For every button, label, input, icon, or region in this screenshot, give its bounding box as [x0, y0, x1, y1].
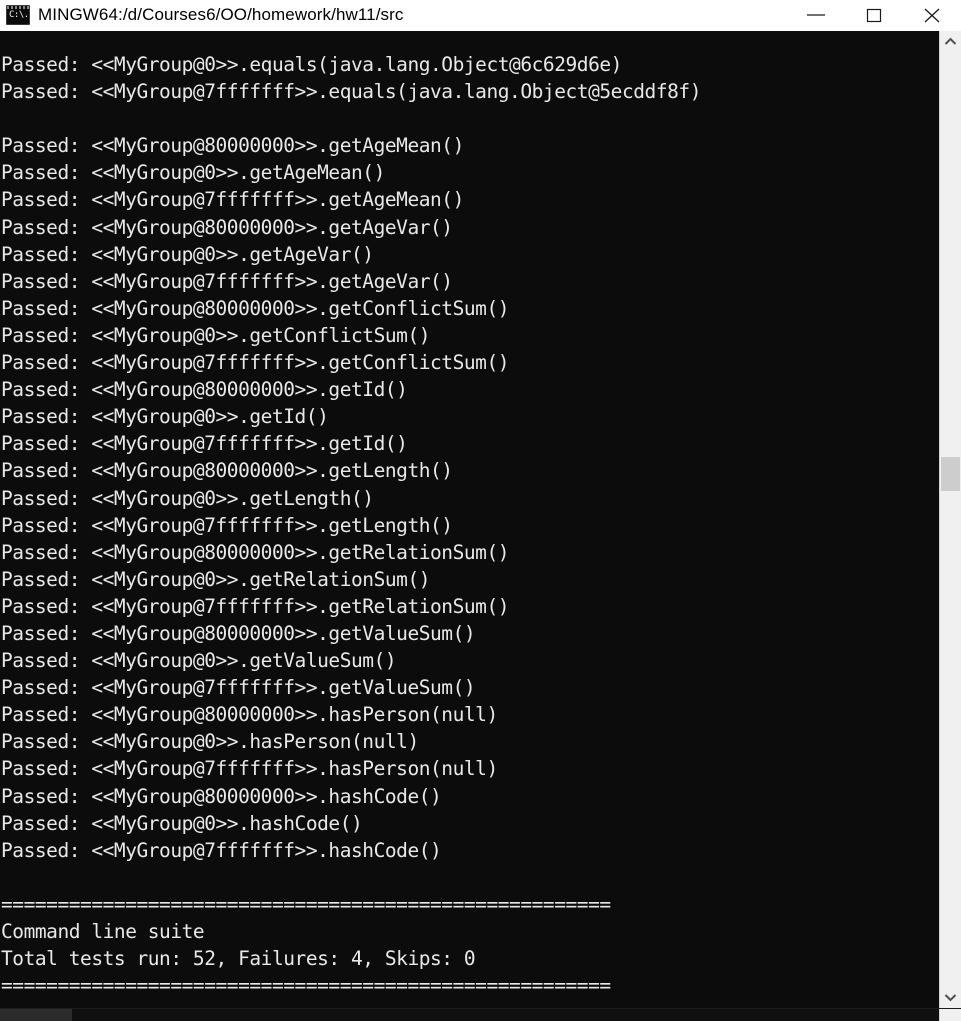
console-line: Passed: <<MyGroup@80000000>>.getAgeMean(… [1, 134, 464, 158]
console-line: Passed: <<MyGroup@0>>.hasPerson(null) [1, 730, 419, 754]
console-line: ========================================… [1, 892, 611, 916]
console-line: Passed: <<MyGroup@0>>.getId() [1, 405, 329, 429]
console-line: Command line suite [1, 920, 205, 943]
maximize-icon [866, 8, 882, 23]
console-window: C:\. MINGW64:/d/Courses6/OO/homework/hw1… [0, 0, 961, 1021]
console-line: Passed: <<MyGroup@0>>.hashCode() [1, 811, 363, 835]
console-line: Passed: <<MyGroup@7fffffff>>.equals(java… [1, 80, 701, 104]
console-line: Passed: <<MyGroup@7fffffff>>.getAgeMean(… [1, 188, 464, 212]
horizontal-scrollbar-thumb[interactable] [0, 1009, 72, 1021]
console-line: Passed: <<MyGroup@0>>.getAgeMean() [1, 161, 385, 185]
console-line: Passed: <<MyGroup@80000000>>.hasPerson(n… [1, 703, 498, 727]
minimize-icon [807, 14, 825, 16]
console-line: Passed: <<MyGroup@7fffffff>>.getValueSum… [1, 676, 476, 700]
console-line: Passed: <<MyGroup@0>>.getAgeVar() [1, 242, 374, 266]
console-line: Passed: <<MyGroup@80000000>>.getConflict… [1, 296, 510, 320]
console-line: ========================================… [1, 974, 611, 998]
console-output[interactable]: Passed: <<MyGroup@0>>.equals(java.lang.O… [0, 31, 939, 1008]
window-controls [787, 0, 961, 30]
console-line: Passed: <<MyGroup@7fffffff>>.hasPerson(n… [1, 757, 498, 781]
scrollbar-corner [939, 1009, 961, 1021]
console-line: Passed: <<MyGroup@0>>.equals(java.lang.O… [1, 53, 622, 76]
chevron-up-icon [944, 37, 957, 45]
console-line: Passed: <<MyGroup@80000000>>.getValueSum… [1, 621, 476, 645]
console-line: Passed: <<MyGroup@80000000>>.getAgeVar() [1, 215, 453, 239]
console-line: Passed: <<MyGroup@0>>.getValueSum() [1, 649, 397, 673]
console-line: Passed: <<MyGroup@0>>.getLength() [1, 486, 374, 510]
console-line: Total tests run: 52, Failures: 4, Skips:… [1, 947, 476, 971]
close-button[interactable] [903, 0, 961, 30]
console-icon-glyph: C:\. [9, 10, 29, 20]
console-line: Passed: <<MyGroup@80000000>>.hashCode() [1, 784, 442, 808]
close-icon [924, 8, 940, 23]
vertical-scrollbar-thumb[interactable] [941, 457, 960, 491]
console-line: Passed: <<MyGroup@7fffffff>>.getAgeVar() [1, 269, 453, 293]
console-icon: C:\. [6, 5, 30, 25]
window-title: MINGW64:/d/Courses6/OO/homework/hw11/src [38, 5, 404, 24]
vertical-scrollbar[interactable] [939, 31, 961, 1008]
console-line: Passed: <<MyGroup@0>>.getConflictSum() [1, 323, 431, 347]
console-line: Passed: <<MyGroup@80000000>>.getId() [1, 378, 408, 402]
horizontal-scrollbar[interactable] [0, 1008, 961, 1021]
console-line: Passed: <<MyGroup@7fffffff>>.getId() [1, 432, 408, 456]
console-line: Passed: <<MyGroup@0>>.getRelationSum() [1, 567, 431, 591]
console-line: Passed: <<MyGroup@7fffffff>>.hashCode() [1, 838, 442, 862]
scroll-up-button[interactable] [940, 31, 961, 52]
console-line: Passed: <<MyGroup@7fffffff>>.getLength() [1, 513, 453, 537]
console-line: Passed: <<MyGroup@80000000>>.getLength() [1, 459, 453, 483]
console-area: Passed: <<MyGroup@0>>.equals(java.lang.O… [0, 31, 961, 1008]
console-line: Passed: <<MyGroup@7fffffff>>.getConflict… [1, 351, 510, 375]
console-line: Passed: <<MyGroup@80000000>>.getRelation… [1, 540, 510, 564]
console-line: Passed: <<MyGroup@7fffffff>>.getRelation… [1, 594, 510, 618]
maximize-button[interactable] [845, 0, 903, 30]
scroll-down-button[interactable] [940, 987, 961, 1008]
vertical-scrollbar-track[interactable] [940, 52, 961, 987]
minimize-button[interactable] [787, 0, 845, 30]
chevron-down-icon [944, 994, 957, 1002]
title-bar: C:\. MINGW64:/d/Courses6/OO/homework/hw1… [0, 0, 961, 31]
